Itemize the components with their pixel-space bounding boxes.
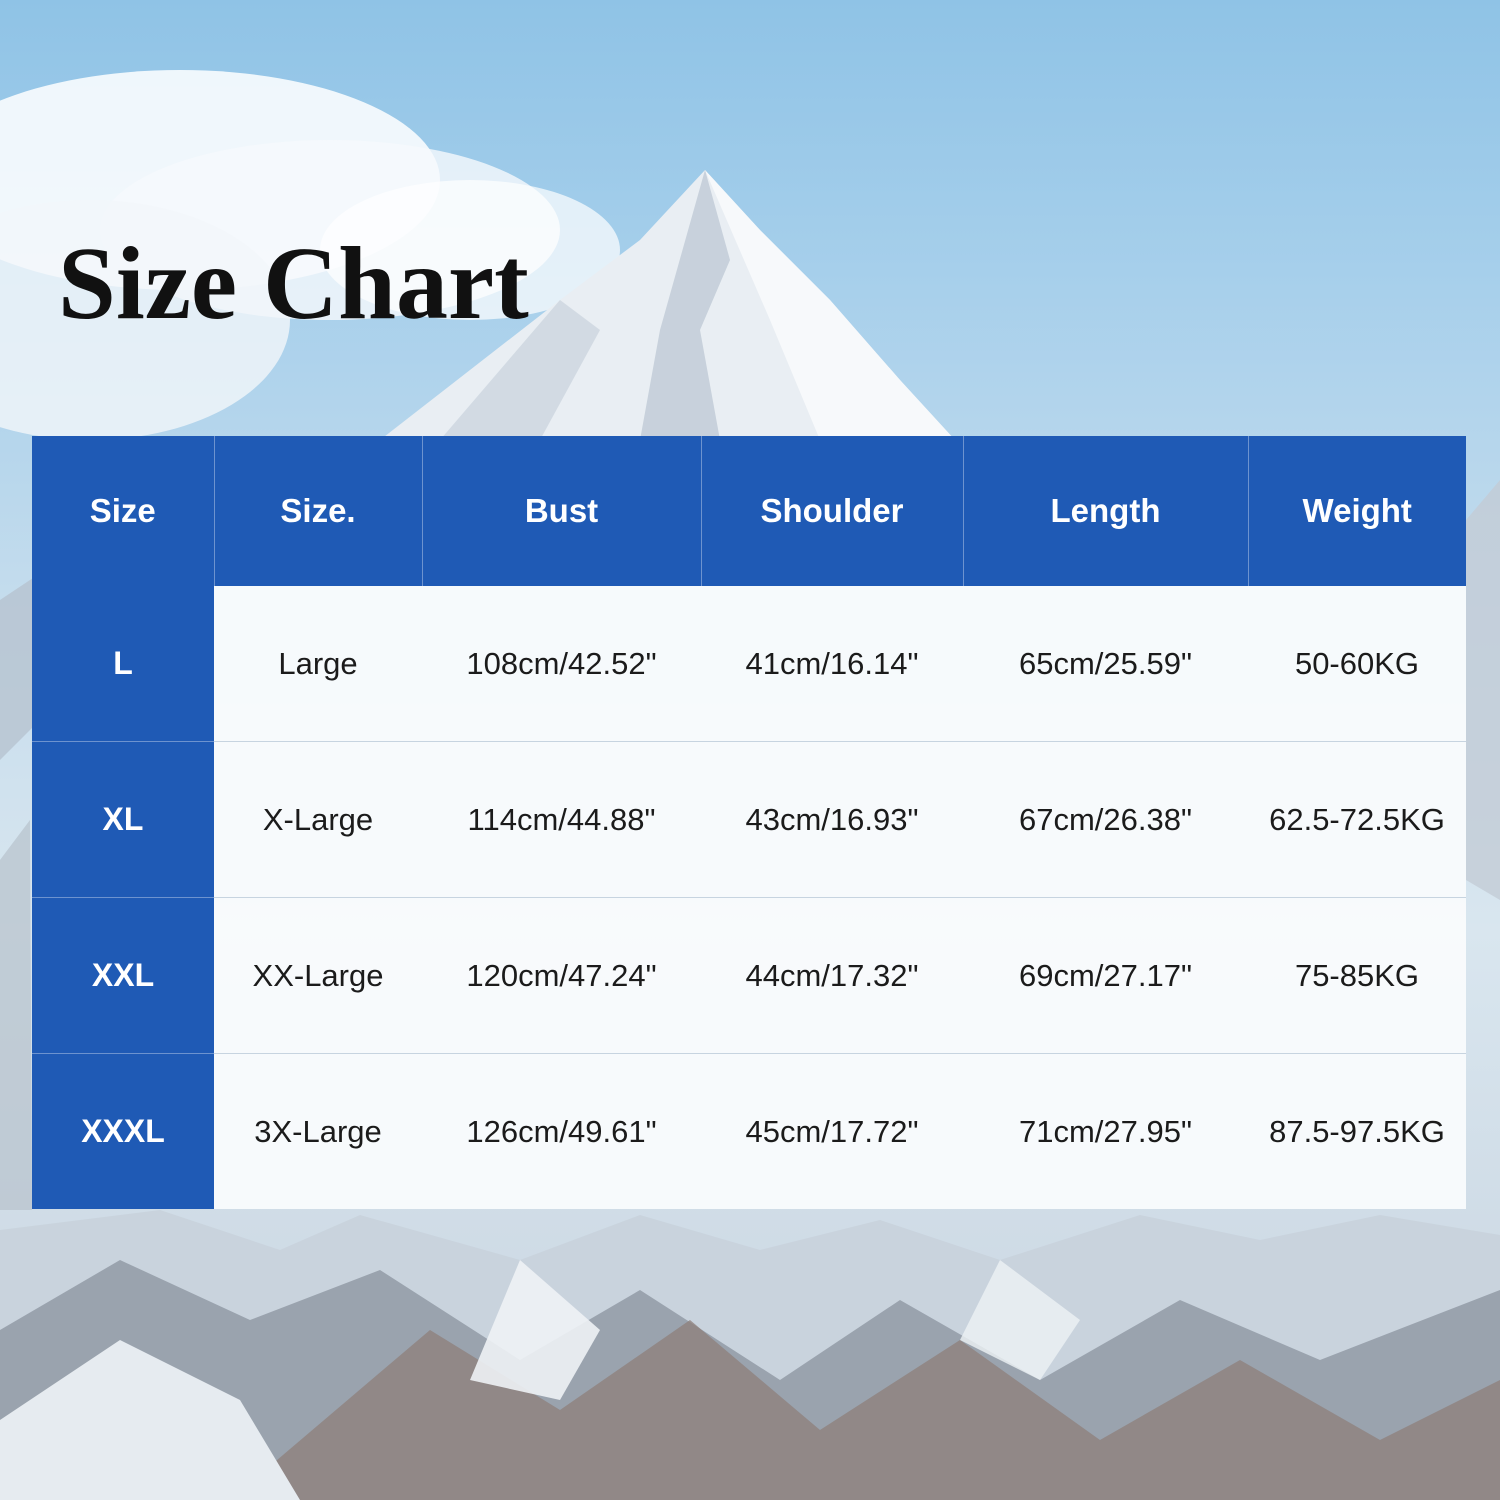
size-name-cell: 3X-Large (214, 1053, 422, 1209)
table-row: XXL XX-Large 120cm/47.24" 44cm/17.32" 69… (32, 897, 1466, 1054)
weight-cell: 75-85KG (1248, 897, 1466, 1054)
size-chart-table: Size Size. Bust Shoulder Length Weight L… (32, 436, 1466, 1209)
bust-cell: 114cm/44.88" (422, 741, 701, 898)
shoulder-cell: 45cm/17.72" (701, 1053, 963, 1209)
size-code-cell: L (32, 586, 214, 742)
column-header-length: Length (963, 436, 1249, 586)
table-header-row: Size Size. Bust Shoulder Length Weight (32, 436, 1466, 586)
size-code-cell: XL (32, 741, 214, 898)
length-cell: 71cm/27.95" (963, 1053, 1248, 1209)
shoulder-cell: 41cm/16.14" (701, 586, 963, 742)
shoulder-cell: 44cm/17.32" (701, 897, 963, 1054)
bust-cell: 108cm/42.52" (422, 586, 701, 742)
size-code-cell: XXL (32, 897, 214, 1054)
length-cell: 65cm/25.59" (963, 586, 1248, 742)
weight-cell: 62.5-72.5KG (1248, 741, 1466, 898)
table-row: XXXL 3X-Large 126cm/49.61" 45cm/17.72" 7… (32, 1053, 1466, 1209)
table-row: XL X-Large 114cm/44.88" 43cm/16.93" 67cm… (32, 741, 1466, 898)
bust-cell: 126cm/49.61" (422, 1053, 701, 1209)
length-cell: 69cm/27.17" (963, 897, 1248, 1054)
weight-cell: 87.5-97.5KG (1248, 1053, 1466, 1209)
weight-cell: 50-60KG (1248, 586, 1466, 742)
column-header-bust: Bust (422, 436, 702, 586)
column-header-weight: Weight (1248, 436, 1466, 586)
shoulder-cell: 43cm/16.93" (701, 741, 963, 898)
size-code-cell: XXXL (32, 1053, 214, 1209)
chart-title: Size Chart (58, 226, 529, 341)
table-row: L Large 108cm/42.52" 41cm/16.14" 65cm/25… (32, 586, 1466, 742)
column-header-size-name: Size. (214, 436, 423, 586)
size-name-cell: XX-Large (214, 897, 422, 1054)
size-name-cell: X-Large (214, 741, 422, 898)
bust-cell: 120cm/47.24" (422, 897, 701, 1054)
length-cell: 67cm/26.38" (963, 741, 1248, 898)
column-header-size: Size (32, 436, 215, 586)
column-header-shoulder: Shoulder (701, 436, 964, 586)
size-name-cell: Large (214, 586, 422, 742)
